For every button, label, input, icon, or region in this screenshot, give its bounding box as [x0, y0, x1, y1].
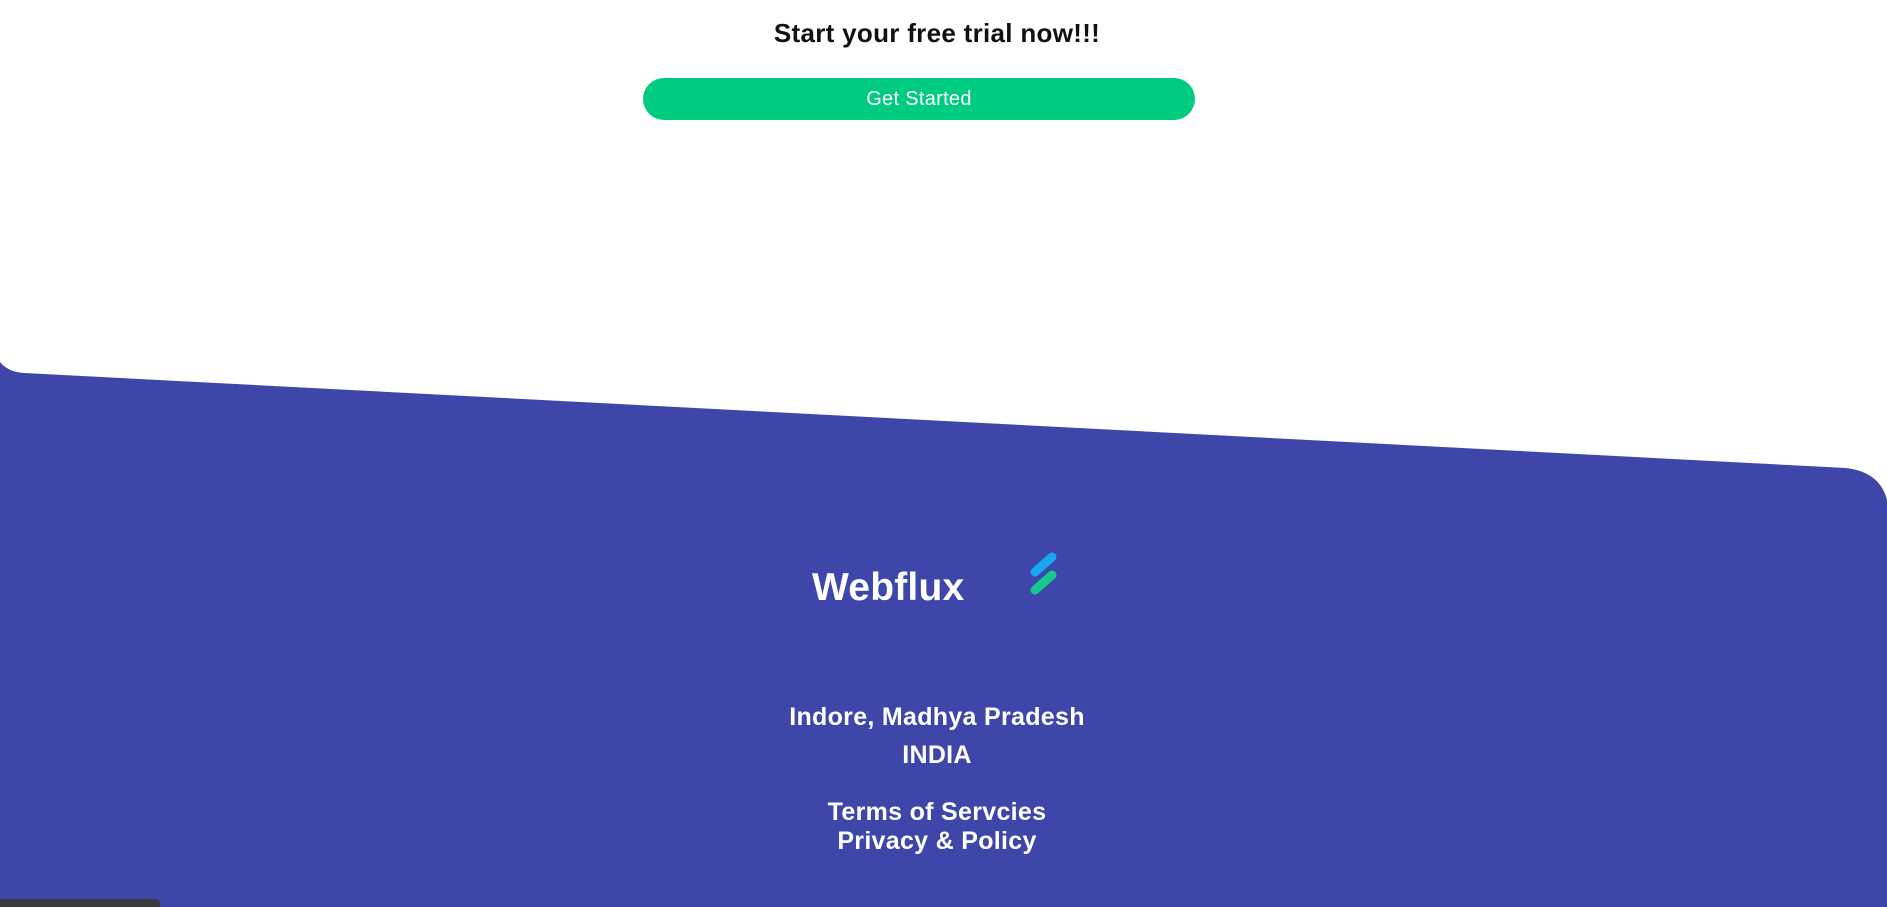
double-slash-logo-icon — [1030, 552, 1057, 595]
page: Start your free trial now!!! Get Started… — [0, 0, 1887, 907]
address-city: Indore, Madhya Pradesh — [789, 703, 1085, 731]
terms-of-services-link[interactable]: Terms of Servcies — [0, 798, 1874, 827]
brand-name: Webflux — [812, 566, 965, 609]
privacy-policy-link[interactable]: Privacy & Policy — [0, 827, 1874, 856]
footer-background — [0, 362, 1887, 907]
corner-widget-tab[interactable] — [0, 899, 160, 907]
address-country: INDIA — [902, 741, 972, 769]
